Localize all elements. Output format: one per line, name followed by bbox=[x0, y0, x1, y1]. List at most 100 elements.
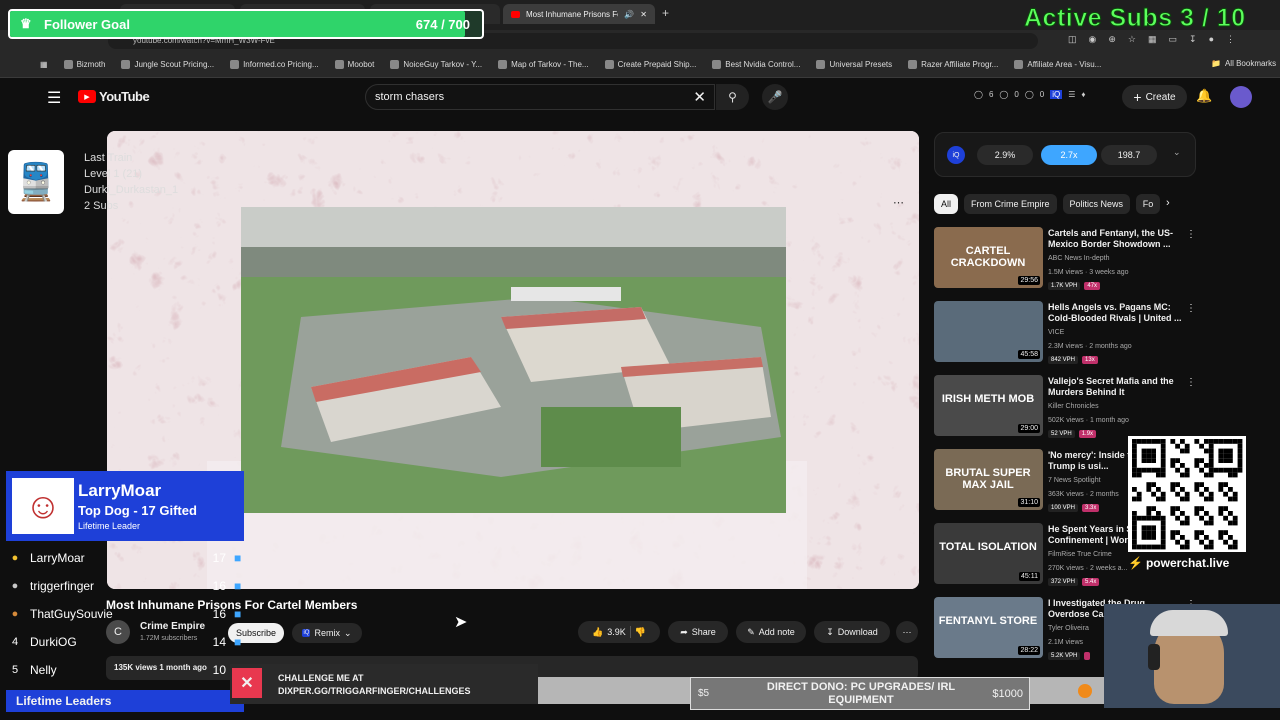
chip-more[interactable]: Fo bbox=[1136, 194, 1161, 214]
bookmark-item[interactable]: Informed.co Pricing... bbox=[222, 60, 327, 69]
more-actions-button[interactable]: ⋯ bbox=[896, 621, 918, 643]
share-button[interactable]: ➦ Share bbox=[668, 621, 728, 643]
qr-code bbox=[1128, 436, 1246, 552]
leader-row-count: 10 bbox=[212, 663, 226, 677]
vph-badge: 372 VPH bbox=[1048, 578, 1079, 586]
menu-icon[interactable]: ⋮ bbox=[1226, 34, 1235, 45]
zoom-icon[interactable]: ⊕ bbox=[1108, 34, 1116, 45]
bookmark-star-icon[interactable]: ☆ bbox=[1128, 34, 1136, 45]
vidiq-icon[interactable]: iQ bbox=[1050, 90, 1063, 99]
rec-more-icon[interactable]: ⋮ bbox=[1186, 229, 1196, 240]
recommendation-item[interactable]: CARTEL CRACKDOWN 29:56 Cartels and Fenta… bbox=[934, 227, 1204, 301]
badge-icon[interactable]: ♦ bbox=[1081, 90, 1085, 99]
rec-channel[interactable]: VICE bbox=[1048, 329, 1064, 336]
more-options-icon[interactable]: ⋯ bbox=[893, 196, 904, 209]
remix-button[interactable]: iQ Remix ⌄ bbox=[292, 623, 362, 643]
rec-title[interactable]: Hells Angels vs. Pagans MC: Cold-Blooded… bbox=[1048, 302, 1182, 324]
bookmark-item[interactable]: Map of Tarkov - The... bbox=[490, 60, 597, 69]
search-button[interactable]: ⚲ bbox=[716, 84, 749, 110]
video-thumbnail[interactable]: IRISH METH MOB 29:00 bbox=[934, 375, 1043, 436]
browser-tab-active[interactable]: Most Inhumane Prisons Fo 🔊 ✕ bbox=[503, 4, 655, 24]
list-icon[interactable]: ☰ bbox=[1068, 90, 1075, 99]
chip-politics[interactable]: Politics News bbox=[1062, 194, 1131, 214]
stat-pill-active[interactable]: 2.7x bbox=[1041, 145, 1097, 165]
download-button[interactable]: ↧ Download bbox=[814, 621, 890, 643]
rec-channel[interactable]: ABC News In-depth bbox=[1048, 255, 1109, 262]
leaderboard-row: 5Nelly 10 ■ bbox=[8, 656, 244, 684]
like-dislike-group: 👍 3.9K 👎 bbox=[578, 621, 660, 643]
rec-channel[interactable]: Killer Chronicles bbox=[1048, 403, 1099, 410]
account-avatar[interactable] bbox=[1230, 86, 1252, 108]
chip-label: All bbox=[941, 199, 952, 209]
leader-row-count: 14 bbox=[212, 635, 226, 649]
thumbnail-text: BRUTAL SUPER MAX JAIL bbox=[945, 467, 1031, 491]
bookmark-item[interactable]: Best Nvidia Control... bbox=[704, 60, 808, 69]
chip-all[interactable]: All bbox=[934, 194, 959, 214]
video-thumbnail[interactable]: FENTANYL STORE 28:22 bbox=[934, 597, 1043, 658]
bookmark-item[interactable]: Affiliate Area - Visu... bbox=[1006, 60, 1109, 69]
streamer-headphones bbox=[1148, 644, 1160, 670]
create-button[interactable]: + Create bbox=[1122, 85, 1187, 109]
bookmark-item[interactable]: Create Prepaid Ship... bbox=[597, 60, 705, 69]
streamer-hat bbox=[1150, 610, 1228, 636]
rec-more-icon[interactable]: ⋮ bbox=[1186, 303, 1196, 314]
chevron-down-icon[interactable]: ⌄ bbox=[1173, 147, 1181, 158]
note-icon: ✎ bbox=[747, 626, 755, 637]
multiplier-badge: 3.3x bbox=[1082, 504, 1100, 512]
youtube-logo[interactable]: ▶ YouTube bbox=[78, 89, 150, 104]
install-icon[interactable]: ◫ bbox=[1068, 34, 1077, 45]
close-tab-icon[interactable]: ✕ bbox=[640, 10, 647, 19]
rec-channel[interactable]: FilmRise True Crime bbox=[1048, 551, 1112, 558]
thumbs-down-icon[interactable]: 👎 bbox=[635, 627, 646, 638]
apps-icon[interactable]: ▦ bbox=[0, 60, 56, 69]
video-thumbnail[interactable]: TOTAL ISOLATION 45:11 bbox=[934, 523, 1043, 584]
vph-badge: 52 VPH bbox=[1048, 430, 1075, 438]
video-thumbnail[interactable]: CARTEL CRACKDOWN 29:56 bbox=[934, 227, 1043, 288]
cast-icon[interactable]: ▭ bbox=[1169, 34, 1178, 45]
chip-from-channel[interactable]: From Crime Empire bbox=[964, 194, 1057, 214]
recommendation-item[interactable]: 45:58 Hells Angels vs. Pagans MC: Cold-B… bbox=[934, 301, 1204, 375]
notifications-bell-icon[interactable]: 🔔 bbox=[1196, 88, 1212, 104]
add-note-button[interactable]: ✎ Add note bbox=[736, 621, 806, 643]
bookmark-favicon-icon bbox=[230, 60, 240, 69]
rec-more-icon[interactable]: ⋮ bbox=[1186, 377, 1196, 388]
bookmark-item[interactable]: Bizmoth bbox=[56, 60, 114, 69]
all-bookmarks[interactable]: 📁 All Bookmarks bbox=[1203, 59, 1280, 68]
bookmark-favicon-icon bbox=[1014, 60, 1024, 69]
share-icon: ➦ bbox=[680, 626, 688, 637]
thumbs-up-icon[interactable]: 👍 bbox=[592, 627, 603, 638]
rec-title[interactable]: Cartels and Fentanyl, the US-Mexico Bord… bbox=[1048, 228, 1182, 250]
stat-pill[interactable]: 198.7 bbox=[1101, 145, 1157, 165]
rec-title[interactable]: Vallejo's Secret Mafia and the Murders B… bbox=[1048, 376, 1182, 398]
remix-label: Remix bbox=[314, 628, 340, 638]
bookmark-item[interactable]: Universal Presets bbox=[808, 60, 900, 69]
leaderboard-row: ● LarryMoar 17 ■ bbox=[8, 544, 244, 572]
bookmark-item[interactable]: Razer Affiliate Progr... bbox=[900, 60, 1006, 69]
video-thumbnail[interactable]: BRUTAL SUPER MAX JAIL 31:10 bbox=[934, 449, 1043, 510]
download-icon[interactable]: ↧ bbox=[1189, 34, 1197, 45]
hamburger-menu-icon[interactable]: ☰ bbox=[47, 88, 61, 108]
rec-channel[interactable]: 7 News Spotlight bbox=[1048, 477, 1101, 484]
rec-channel[interactable]: Tyler Oliveira bbox=[1048, 625, 1089, 632]
bookmark-item[interactable]: NoiceGuy Tarkov - Y... bbox=[382, 60, 490, 69]
screen: Most Inhumane Prisons Fo 🔊 ✕ + youtube.c… bbox=[0, 0, 1280, 720]
hide-icon[interactable]: ◉ bbox=[1089, 34, 1097, 45]
video-thumbnail[interactable]: 45:58 bbox=[934, 301, 1043, 362]
lifetime-leader-card: ☺ LarryMoar Top Dog - 17 Gifted Lifetime… bbox=[6, 471, 244, 541]
profile-icon[interactable]: ● bbox=[1209, 34, 1214, 45]
new-tab-button[interactable]: + bbox=[662, 6, 669, 20]
search-input[interactable]: storm chasers ✕ bbox=[365, 84, 715, 110]
bookmark-item[interactable]: Jungle Scout Pricing... bbox=[113, 60, 222, 69]
clear-search-icon[interactable]: ✕ bbox=[693, 88, 706, 106]
chip-label: Politics News bbox=[1069, 199, 1124, 209]
stat-pill[interactable]: 2.9% bbox=[977, 145, 1033, 165]
voice-search-button[interactable]: 🎤 bbox=[762, 84, 788, 110]
vidiq-stats-panel: iQ 2.9% 2.7x 198.7 ⌄ bbox=[934, 132, 1196, 177]
chevron-right-icon[interactable]: › bbox=[1166, 194, 1170, 214]
dono-text: DIRECT DONO: PC UPGRADES/ IRL EQUIPMENT bbox=[766, 681, 956, 706]
extensions-icon[interactable]: ▦ bbox=[1148, 34, 1157, 45]
bookmark-item[interactable]: Moobot bbox=[327, 60, 383, 69]
donation-goal: $5 DIRECT DONO: PC UPGRADES/ IRL EQUIPME… bbox=[690, 677, 1030, 710]
microphone-icon: 🎤 bbox=[767, 90, 783, 104]
thumbnail-text: TOTAL ISOLATION bbox=[939, 541, 1037, 553]
